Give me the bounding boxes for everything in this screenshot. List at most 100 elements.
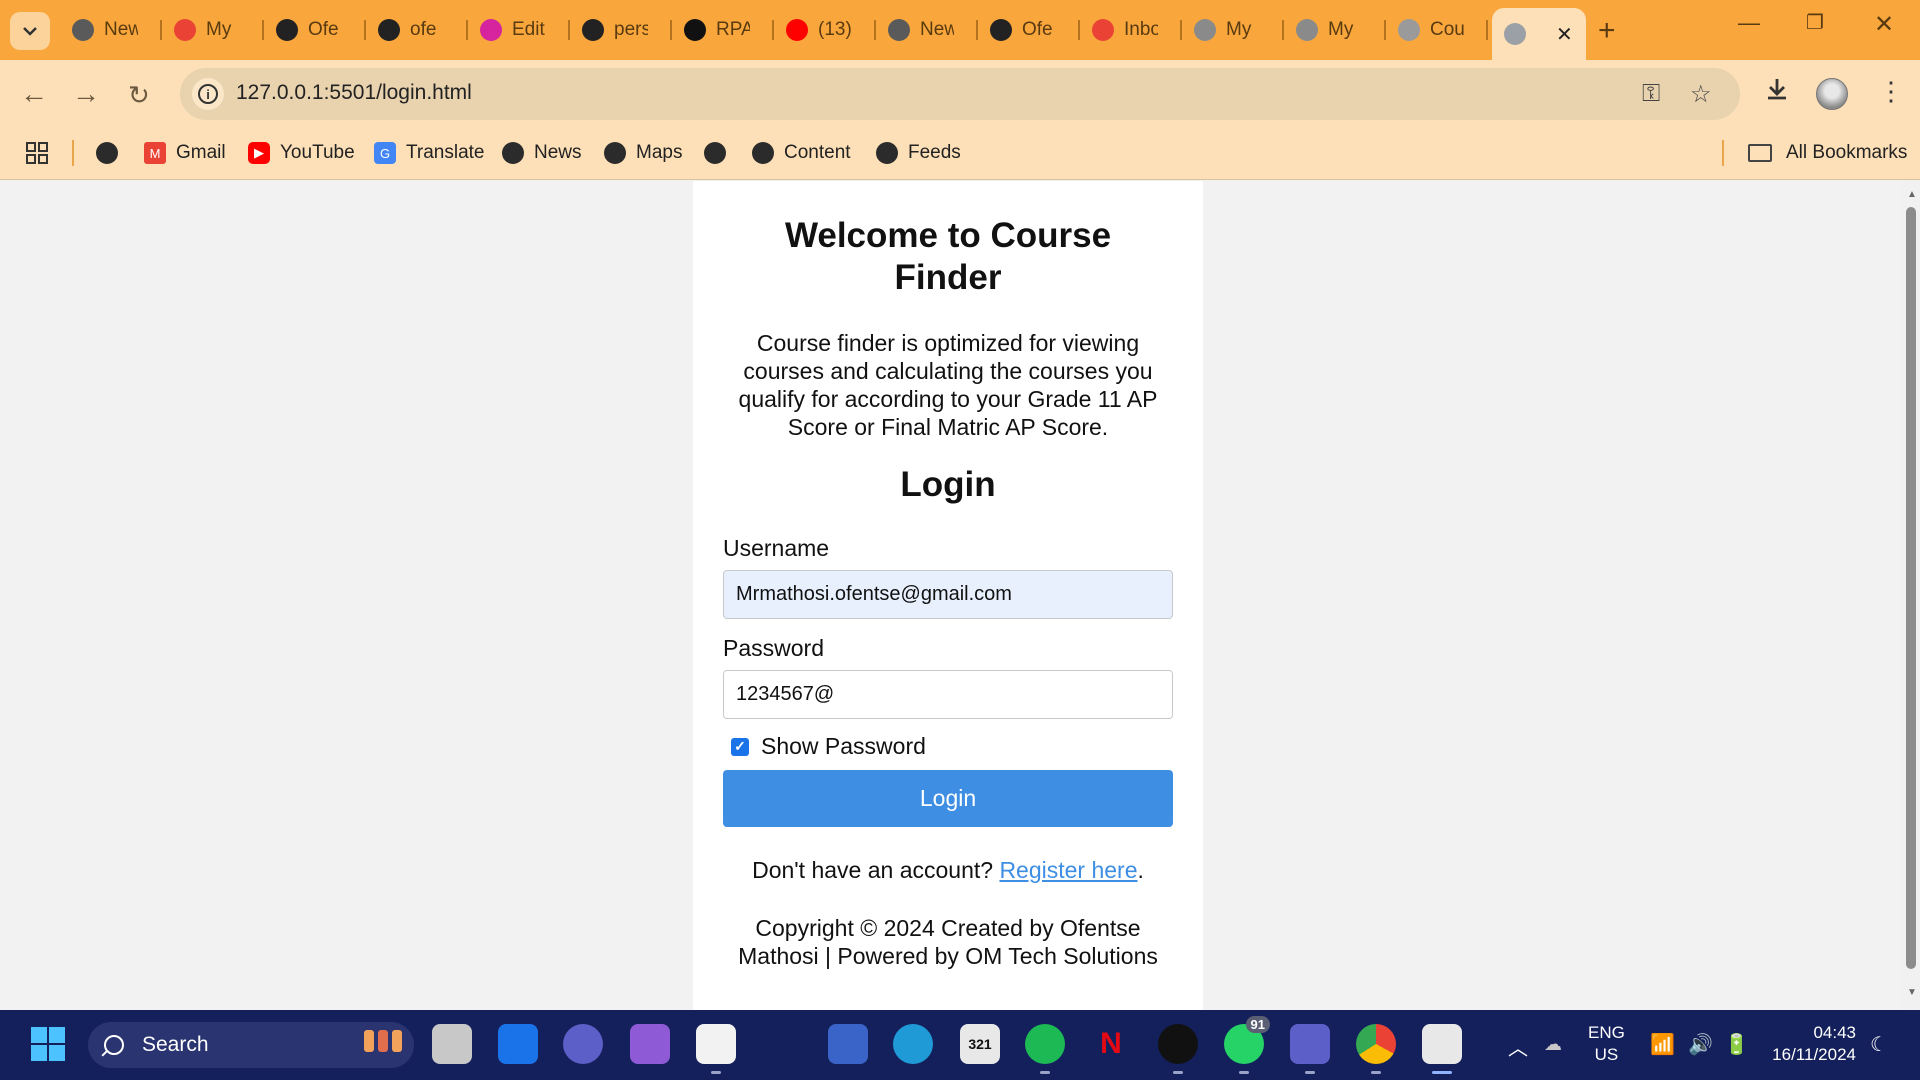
show-password-row[interactable]: ✓ Show Password <box>731 733 1173 760</box>
page-scrollbar[interactable]: ▲ ▼ <box>1902 181 1920 1010</box>
volume-icon[interactable]: 🔊 <box>1688 1032 1713 1080</box>
password-key-icon[interactable]: ⚿ <box>1642 80 1660 108</box>
region-label: US <box>1594 1045 1619 1064</box>
battery-icon[interactable]: 🔋 <box>1724 1032 1749 1080</box>
username-field[interactable]: Mrmathosi.ofentse@gmail.com <box>723 570 1173 619</box>
bookmark-item[interactable] <box>704 138 736 168</box>
browser-tab[interactable]: (13) <box>774 8 876 52</box>
meet-chat-icon[interactable] <box>563 1024 603 1064</box>
wifi-icon[interactable]: 📶 <box>1650 1032 1675 1080</box>
page-viewport: Welcome to Course Finder Course finder i… <box>0 181 1902 1010</box>
back-button[interactable]: ← <box>20 78 48 110</box>
bookmark-label: YouTube <box>280 142 355 163</box>
scroll-down-arrow[interactable]: ▼ <box>1907 987 1917 998</box>
instagram-icon <box>480 19 502 41</box>
reload-button[interactable]: ↻ <box>128 80 150 111</box>
youtube-icon <box>786 19 808 41</box>
chrome-icon[interactable] <box>1356 1024 1396 1074</box>
bookmark-item[interactable]: ▶ YouTube <box>248 138 355 168</box>
bookmark-item[interactable]: Feeds <box>876 138 961 168</box>
widgets-icon[interactable] <box>498 1024 538 1064</box>
tab-list: New My Ofe ofe Edit pers RPA (13) New Ofe Inbo My My… <box>60 8 1586 60</box>
tab-search-button[interactable] <box>10 12 50 50</box>
tiktok-icon[interactable] <box>1158 1024 1198 1074</box>
windows-start-icon[interactable] <box>28 1024 68 1064</box>
tab-close-icon[interactable]: ✕ <box>1556 22 1573 47</box>
browser-tab[interactable]: pers <box>570 8 672 52</box>
browser-tab[interactable]: My <box>1284 8 1386 52</box>
bookmark-item[interactable]: Maps <box>604 138 682 168</box>
browser-tab[interactable]: ofe <box>366 8 468 52</box>
taskbar-search-label: Search <box>142 1033 209 1056</box>
bookmark-item[interactable]: Content <box>752 138 851 168</box>
app-icon[interactable] <box>828 1024 868 1064</box>
browser-tab[interactable]: Inbo <box>1080 8 1182 52</box>
apps-grid-icon[interactable] <box>26 138 48 168</box>
edge-icon[interactable] <box>893 1024 933 1064</box>
browser-tab[interactable]: New <box>876 8 978 52</box>
globe-icon <box>1504 23 1526 45</box>
browser-tab[interactable]: Cou <box>1386 8 1488 52</box>
all-bookmarks-button[interactable]: All Bookmarks <box>1748 138 1907 168</box>
github-icon <box>990 19 1012 41</box>
close-window-button[interactable]: ✕ <box>1874 10 1894 39</box>
visual-studio-icon[interactable] <box>630 1024 670 1064</box>
clock-date: 16/11/2024 <box>1772 1045 1856 1064</box>
show-password-label[interactable]: Show Password <box>761 733 926 760</box>
whatsapp-badge: 91 <box>1245 1016 1270 1033</box>
new-tab-button[interactable]: + <box>1598 14 1616 48</box>
browser-tab-active[interactable]: ✕ <box>1492 8 1586 60</box>
tab-title: Cou <box>1430 19 1464 40</box>
site-info-icon[interactable]: i <box>192 78 224 110</box>
bookmark-item[interactable]: G Translate <box>374 138 485 168</box>
chrome-icon <box>72 19 94 41</box>
search-highlight-icon <box>364 1030 402 1052</box>
browser-tab[interactable]: My <box>1182 8 1284 52</box>
download-icon[interactable] <box>1764 76 1790 109</box>
forward-button[interactable]: → <box>72 78 100 110</box>
bookmark-item[interactable] <box>96 138 128 168</box>
url-text[interactable]: 127.0.0.1:5501/login.html <box>236 81 472 105</box>
bookmark-star-icon[interactable]: ☆ <box>1690 80 1712 109</box>
browser-tab[interactable]: Ofe <box>978 8 1080 52</box>
spotify-icon[interactable] <box>1025 1024 1065 1074</box>
menu-kebab-icon[interactable]: ⋮ <box>1878 76 1904 107</box>
taskbar-search[interactable]: Search <box>88 1022 414 1068</box>
register-prompt: Don't have an account? Register here. <box>723 857 1173 884</box>
tab-title: Edit <box>512 19 545 40</box>
password-field[interactable]: 1234567@ <box>723 670 1173 719</box>
show-password-checkbox[interactable]: ✓ <box>731 737 749 756</box>
globe-icon <box>876 142 898 164</box>
snipping-tool-icon[interactable] <box>1422 1024 1462 1074</box>
minimize-button[interactable]: — <box>1738 10 1760 36</box>
login-button[interactable]: Login <box>723 770 1173 827</box>
bookmark-item[interactable]: M Gmail <box>144 138 226 168</box>
globe-icon <box>502 142 524 164</box>
teams-icon[interactable] <box>1290 1024 1330 1074</box>
microsoft-store-icon[interactable] <box>696 1024 736 1074</box>
browser-tab[interactable]: My <box>162 8 264 52</box>
task-view-icon[interactable] <box>432 1024 472 1064</box>
scroll-up-arrow[interactable]: ▲ <box>1907 189 1917 200</box>
register-link[interactable]: Register here <box>999 857 1137 883</box>
tray-overflow-chevron-icon[interactable]: ︿ <box>1508 1032 1528 1080</box>
netflix-icon[interactable]: N <box>1091 1024 1131 1064</box>
browser-tab[interactable]: Edit <box>468 8 570 52</box>
whatsapp-icon[interactable]: 91 <box>1224 1016 1270 1074</box>
language-indicator[interactable]: ENG US <box>1588 1022 1625 1080</box>
browser-tab[interactable]: New <box>60 8 162 52</box>
bookmarks-bar: M Gmail ▶ YouTube G Translate News Maps Content F… <box>0 128 1920 180</box>
tab-title: Ofe <box>1022 19 1053 40</box>
page-title: Welcome to Course Finder <box>784 216 1112 297</box>
scroll-thumb[interactable] <box>1906 207 1916 969</box>
address-bar[interactable]: i 127.0.0.1:5501/login.html ⚿ ☆ <box>180 68 1740 120</box>
restore-button[interactable]: ❐ <box>1806 10 1824 35</box>
bookmark-item[interactable]: News <box>502 138 582 168</box>
browser-tab[interactable]: RPA <box>672 8 774 52</box>
browser-tab[interactable]: Ofe <box>264 8 366 52</box>
profile-avatar[interactable] <box>1816 78 1848 110</box>
onedrive-icon[interactable]: ☁ <box>1544 1034 1562 1080</box>
notifications-moon-icon[interactable]: ☾ <box>1870 1032 1888 1080</box>
calendar-icon[interactable]: 321 <box>960 1024 1000 1064</box>
clock[interactable]: 04:43 16/11/2024 <box>1768 1022 1856 1080</box>
